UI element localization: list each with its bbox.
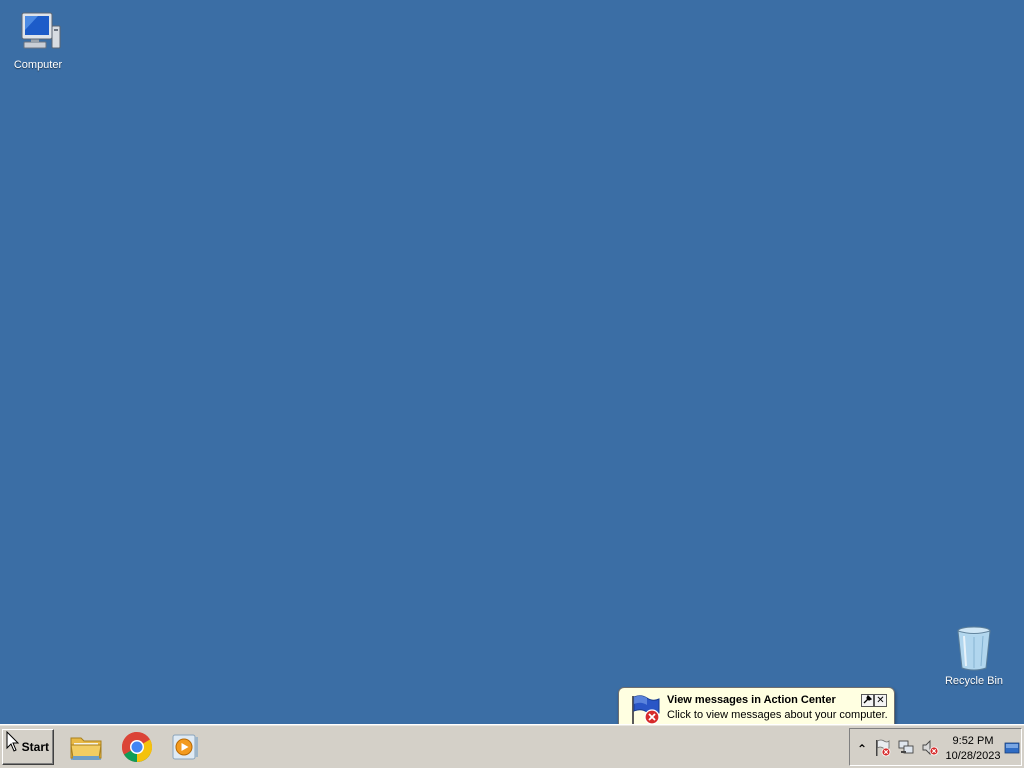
action-center-flag-icon (874, 739, 892, 760)
desktop-icon-computer[interactable]: Computer (0, 8, 76, 71)
volume-muted-icon (921, 739, 939, 760)
tray-network[interactable] (897, 740, 915, 758)
show-hidden-icons-button[interactable]: ⌃ (853, 740, 871, 758)
chevron-up-icon: ⌃ (856, 742, 868, 756)
close-icon: ✕ (876, 694, 885, 706)
notification-text: Click to view messages about your comput… (667, 709, 888, 721)
taskbar: Start ⌃ 9:52 PM 10/28/2023 (0, 724, 1024, 768)
taskbar-pin-media-player[interactable] (165, 730, 205, 766)
chrome-icon (120, 730, 154, 767)
icon-label: Recycle Bin (944, 675, 1004, 687)
icon-label: Computer (13, 59, 63, 71)
start-label: Start (21, 740, 49, 754)
notification-title: View messages in Action Center (667, 694, 836, 706)
tray-volume[interactable] (921, 739, 939, 760)
clock-time: 9:52 PM (952, 735, 994, 747)
recycle-bin-icon (950, 624, 998, 672)
start-button[interactable]: Start (2, 729, 54, 765)
show-desktop-icon (1004, 742, 1020, 759)
media-player-icon (170, 732, 200, 765)
desktop-icon-recycle-bin[interactable]: Recycle Bin (936, 624, 1012, 687)
notification-options-button[interactable] (861, 694, 874, 707)
options-icon (863, 694, 873, 707)
taskbar-pin-chrome[interactable] (117, 730, 157, 766)
clock-date: 10/28/2023 (945, 750, 1001, 762)
network-icon (897, 739, 915, 760)
taskbar-pin-explorer[interactable] (66, 730, 106, 766)
computer-icon (14, 8, 62, 56)
taskbar-clock[interactable]: 9:52 PM 10/28/2023 (944, 734, 1002, 764)
notification-close-button[interactable]: ✕ (874, 694, 887, 707)
tray-action-center[interactable] (874, 739, 892, 760)
system-tray: ⌃ 9:52 PM 10/28/2023 (849, 728, 1022, 766)
show-desktop-button[interactable] (1004, 740, 1020, 756)
action-center-flag-icon (629, 694, 663, 726)
folder-icon (69, 732, 103, 765)
